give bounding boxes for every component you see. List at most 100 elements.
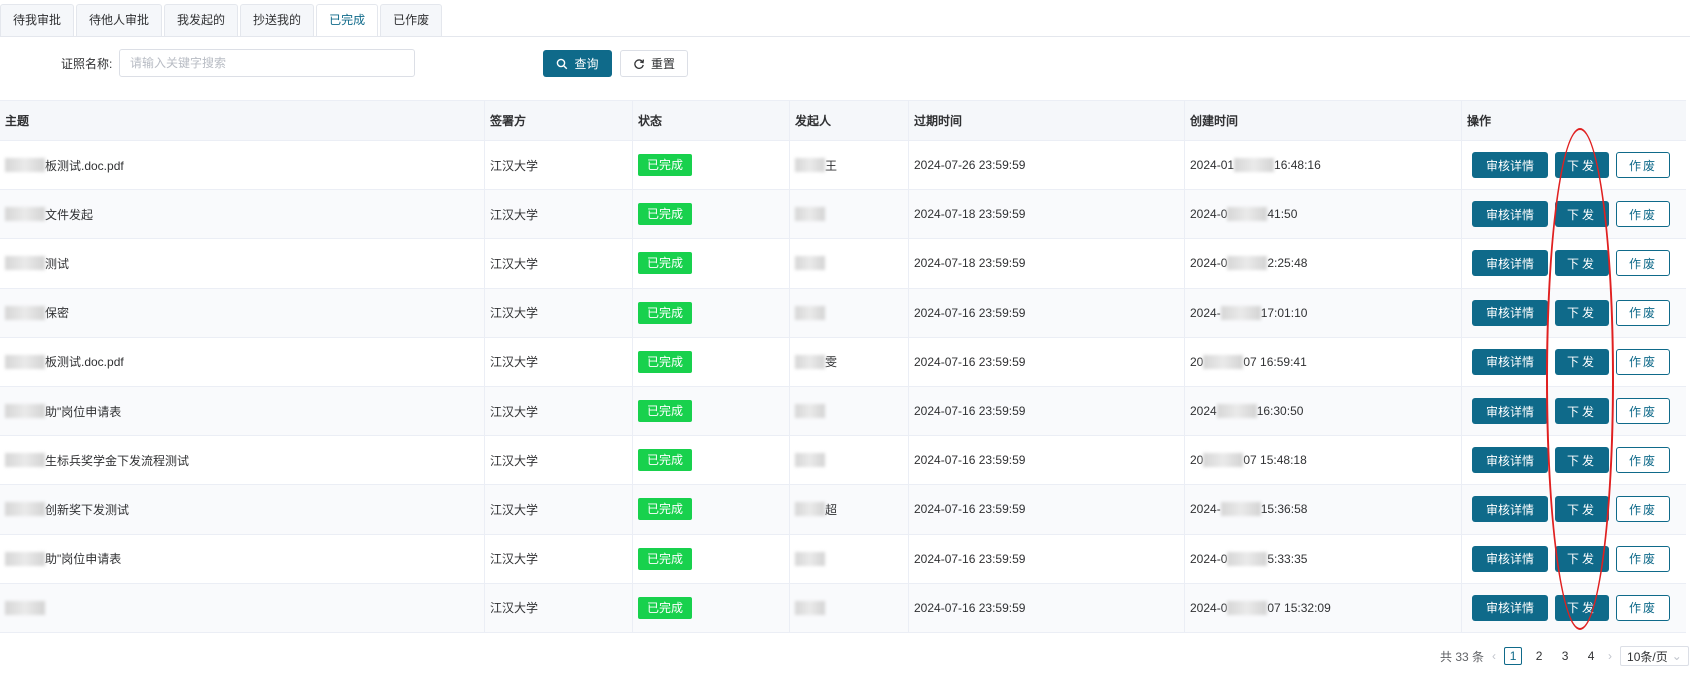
cell-status: 已完成 [633, 239, 790, 288]
cell-created-time: 2024-0 2:25:48 [1185, 239, 1462, 288]
search-icon [557, 58, 568, 69]
status-badge: 已完成 [638, 154, 693, 177]
page-size-select[interactable]: 10条/页 ⌄ [1620, 646, 1689, 666]
query-button[interactable]: 查询 [543, 50, 612, 77]
cell-initiator: 超 [790, 485, 909, 534]
cell-subject: 测试 [0, 239, 485, 288]
created-head: 2024-0 [1190, 600, 1228, 615]
page-4[interactable]: 4 [1582, 647, 1600, 665]
issue-button[interactable]: 下发 [1555, 545, 1609, 572]
void-button[interactable]: 作废 [1616, 201, 1670, 228]
cell-initiator [790, 436, 909, 485]
cell-status: 已完成 [633, 436, 790, 485]
issue-button[interactable]: 下发 [1555, 398, 1609, 425]
status-badge: 已完成 [638, 547, 693, 570]
cell-subject: 板测试.doc.pdf [0, 337, 485, 386]
page-2[interactable]: 2 [1530, 647, 1548, 665]
cell-expire-time: 2024-07-18 23:59:59 [909, 239, 1185, 288]
license-name-input[interactable] [119, 49, 415, 77]
review-detail-button[interactable]: 审核详情 [1472, 496, 1548, 523]
col-status: 状态 [633, 101, 790, 140]
review-detail-button[interactable]: 审核详情 [1472, 447, 1548, 474]
issue-button[interactable]: 下发 [1555, 250, 1609, 277]
col-actions: 操作 [1467, 114, 1492, 128]
review-detail-button[interactable]: 审核详情 [1472, 348, 1548, 375]
page-1[interactable]: 1 [1504, 647, 1523, 665]
issue-button[interactable]: 下发 [1555, 594, 1609, 621]
table-row: 板测试.doc.pdf 江汉大学 已完成雯 2024-07-16 23:59:59 20… [0, 337, 1686, 387]
review-detail-button[interactable]: 审核详情 [1472, 250, 1548, 277]
cell-subject: 助"岗位申请表 [0, 534, 485, 583]
action-group: 审核详情 下发 作废 [1467, 299, 1670, 326]
void-button[interactable]: 作废 [1616, 299, 1670, 326]
issue-button[interactable]: 下发 [1555, 348, 1609, 375]
cell-signer: 江汉大学 [485, 337, 633, 386]
cell-signer: 江汉大学 [485, 141, 633, 190]
reset-button[interactable]: 重置 [620, 50, 688, 77]
tab-pending-others[interactable]: 待他人审批 [76, 4, 163, 36]
redacted-block [5, 502, 45, 517]
cell-initiator [790, 534, 909, 583]
review-detail-button[interactable]: 审核详情 [1472, 201, 1548, 228]
void-button[interactable]: 作废 [1616, 447, 1670, 474]
review-detail-button[interactable]: 审核详情 [1472, 398, 1548, 425]
issue-button[interactable]: 下发 [1555, 447, 1609, 474]
redacted-block [5, 256, 45, 271]
redacted-block [5, 404, 45, 419]
reset-button-label: 重置 [650, 57, 675, 71]
chevron-right-icon[interactable]: › [1608, 649, 1612, 663]
void-button[interactable]: 作废 [1616, 594, 1670, 621]
created-tail: 5:33:35 [1267, 551, 1308, 566]
redacted-block [1220, 502, 1261, 517]
page-size-value: 10条/页 [1627, 649, 1668, 664]
tab-cc-me[interactable]: 抄送我的 [240, 4, 315, 36]
cell-subject: 生标兵奖学金下发流程测试 [0, 436, 485, 485]
issue-button[interactable]: 下发 [1555, 496, 1609, 523]
review-detail-button[interactable]: 审核详情 [1472, 594, 1548, 621]
status-badge: 已完成 [638, 252, 693, 275]
cell-expire-time: 2024-07-16 23:59:59 [909, 337, 1185, 386]
cell-created-time: 20 07 16:59:41 [1185, 337, 1462, 386]
cell-actions: 审核详情 下发 作废 [1462, 141, 1686, 189]
void-button[interactable]: 作废 [1616, 152, 1670, 179]
action-group: 审核详情 下发 作废 [1467, 594, 1670, 621]
redacted-block [1227, 256, 1268, 271]
void-button[interactable]: 作废 [1616, 348, 1670, 375]
review-detail-button[interactable]: 审核详情 [1472, 152, 1548, 179]
redacted-block [795, 256, 825, 271]
redacted-block [5, 453, 45, 468]
issue-button[interactable]: 下发 [1555, 201, 1609, 228]
issue-button[interactable]: 下发 [1555, 299, 1609, 326]
review-detail-button[interactable]: 审核详情 [1472, 545, 1548, 572]
created-tail: 07 16:59:41 [1243, 354, 1307, 369]
created-tail: 16:30:50 [1256, 404, 1304, 419]
cell-actions: 审核详情 下发 作废 [1462, 535, 1686, 583]
tab-pending-mine[interactable]: 待我审批 [0, 4, 75, 36]
issue-button[interactable]: 下发 [1555, 152, 1609, 179]
chevron-left-icon[interactable]: ‹ [1492, 649, 1496, 663]
cell-subject: 助"岗位申请表 [0, 386, 485, 436]
void-button[interactable]: 作废 [1616, 398, 1670, 425]
cell-actions: 审核详情 下发 作废 [1462, 584, 1686, 632]
cell-subject: 板测试.doc.pdf [0, 141, 485, 190]
tab-voided[interactable]: 已作废 [380, 4, 443, 36]
void-button[interactable]: 作废 [1616, 250, 1670, 277]
void-button[interactable]: 作废 [1616, 496, 1670, 523]
tab-completed[interactable]: 已完成 [316, 4, 379, 37]
cell-created-time: 20 07 15:48:18 [1185, 436, 1462, 485]
created-tail: 17:01:10 [1260, 305, 1308, 320]
cell-initiator [790, 190, 909, 239]
page-3[interactable]: 3 [1556, 647, 1574, 665]
initiator-text: 雯 [825, 355, 838, 370]
col-created-time: 创建时间 [1185, 101, 1462, 140]
cell-actions: 审核详情 下发 作废 [1462, 387, 1686, 435]
tab-initiated[interactable]: 我发起的 [164, 4, 239, 36]
cell-actions: 审核详情 下发 作废 [1462, 485, 1686, 533]
cell-signer: 江汉大学 [485, 288, 633, 337]
redacted-block [5, 305, 45, 320]
review-detail-button[interactable]: 审核详情 [1472, 299, 1548, 326]
cell-initiator: 雯 [790, 337, 909, 386]
void-button[interactable]: 作废 [1616, 545, 1670, 572]
cell-actions: 审核详情 下发 作废 [1462, 338, 1686, 386]
redacted-block [795, 354, 825, 369]
